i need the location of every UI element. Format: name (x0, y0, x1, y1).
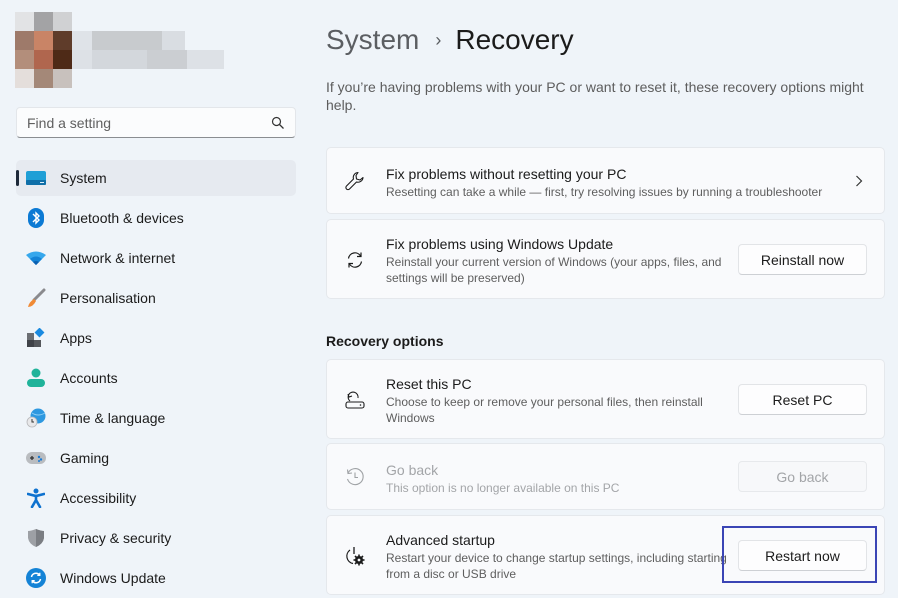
sidebar-item-label: Privacy & security (60, 530, 172, 546)
avatar-pixel (15, 31, 34, 50)
avatar-pixel (15, 69, 34, 88)
search-input[interactable] (27, 114, 271, 131)
sidebar: System Bluetooth & devices Network & int… (0, 0, 310, 598)
sidebar-item-label: Windows Update (60, 570, 166, 586)
go-back-card: Go back This option is no longer availab… (326, 443, 885, 510)
card-title: Go back (386, 462, 439, 478)
reset-pc-icon (343, 388, 367, 412)
avatar-pixel (15, 12, 34, 31)
section-title-recovery-options: Recovery options (326, 333, 444, 349)
time-language-icon (26, 408, 46, 428)
restart-now-highlight-box (722, 526, 877, 583)
sidebar-item-label: Gaming (60, 450, 110, 466)
card-title: Reset this PC (386, 376, 472, 392)
shield-icon (26, 528, 46, 548)
sidebar-item-bluetooth[interactable]: Bluetooth & devices (16, 200, 296, 236)
card-title: Fix problems without resetting your PC (386, 166, 627, 182)
avatar-pixel (53, 69, 72, 88)
sync-icon (343, 248, 367, 272)
brush-icon (26, 288, 46, 308)
user-name-blurred (72, 31, 185, 50)
breadcrumb-parent[interactable]: System (326, 24, 419, 56)
avatar-pixel (15, 50, 34, 69)
reinstall-now-button[interactable]: Reinstall now (738, 244, 867, 275)
avatar-pixel (53, 31, 72, 50)
card-title: Fix problems using Windows Update (386, 236, 614, 252)
sidebar-item-label: Accounts (60, 370, 118, 386)
sidebar-item-gaming[interactable]: Gaming (16, 440, 296, 476)
sidebar-item-label: Apps (60, 330, 92, 346)
card-description: Resetting can take a while — first, try … (386, 185, 823, 199)
sidebar-item-label: Personalisation (60, 290, 156, 306)
chevron-right-icon[interactable] (852, 174, 866, 188)
avatar-pixel (34, 12, 53, 31)
card-description: This option is no longer available on th… (386, 481, 620, 495)
reset-pc-button[interactable]: Reset PC (738, 384, 867, 415)
search-icon[interactable] (271, 116, 285, 130)
go-back-button: Go back (738, 461, 867, 492)
sidebar-item-apps[interactable]: Apps (16, 320, 296, 356)
bluetooth-icon (26, 208, 46, 228)
fix-problems-troubleshoot-card[interactable]: Fix problems without resetting your PC R… (326, 147, 885, 214)
sidebar-item-system[interactable]: System (16, 160, 296, 196)
user-email-blurred (72, 50, 224, 69)
sidebar-item-personalisation[interactable]: Personalisation (16, 280, 296, 316)
sidebar-item-label: Network & internet (60, 250, 176, 266)
sidebar-item-label: Time & language (60, 410, 166, 426)
sidebar-item-accounts[interactable]: Accounts (16, 360, 296, 396)
account-icon (26, 368, 46, 388)
avatar-pixel (34, 69, 53, 88)
system-icon (26, 168, 46, 188)
card-description: Choose to keep or remove your personal f… (386, 395, 703, 425)
avatar-pixel (53, 50, 72, 69)
avatar-pixel (34, 31, 53, 50)
wrench-icon (343, 169, 367, 193)
reset-pc-card: Reset this PC Choose to keep or remove y… (326, 359, 885, 439)
gamepad-icon (26, 448, 46, 468)
avatar[interactable] (15, 12, 72, 88)
sidebar-item-windows-update[interactable]: Windows Update (16, 560, 296, 596)
search-box[interactable] (16, 107, 296, 138)
sidebar-item-accessibility[interactable]: Accessibility (16, 480, 296, 516)
windows-update-icon (26, 568, 46, 588)
sidebar-item-privacy-security[interactable]: Privacy & security (16, 520, 296, 556)
breadcrumb-separator-icon: › (435, 29, 442, 50)
avatar-pixel (53, 12, 72, 31)
sidebar-item-label: System (60, 170, 107, 186)
advanced-startup-icon (343, 544, 367, 568)
avatar-pixel (34, 50, 53, 69)
sidebar-item-network[interactable]: Network & internet (16, 240, 296, 276)
page-title: Recovery (455, 24, 574, 55)
fix-problems-windows-update-card: Fix problems using Windows Update Reinst… (326, 219, 885, 299)
card-title: Advanced startup (386, 532, 495, 548)
sidebar-nav: System Bluetooth & devices Network & int… (16, 160, 296, 598)
apps-icon (26, 328, 46, 348)
wifi-icon (26, 248, 46, 268)
sidebar-item-time-language[interactable]: Time & language (16, 400, 296, 436)
sidebar-item-label: Bluetooth & devices (60, 210, 184, 226)
accessibility-icon (26, 488, 46, 508)
card-description: Restart your device to change startup se… (386, 551, 727, 581)
card-description: Reinstall your current version of Window… (386, 255, 722, 285)
sidebar-item-label: Accessibility (60, 490, 137, 506)
user-info-blurred (72, 31, 224, 69)
intro-text: If you’re having problems with your PC o… (326, 79, 864, 113)
history-icon (343, 465, 367, 489)
breadcrumb: System › Recovery (326, 24, 574, 56)
